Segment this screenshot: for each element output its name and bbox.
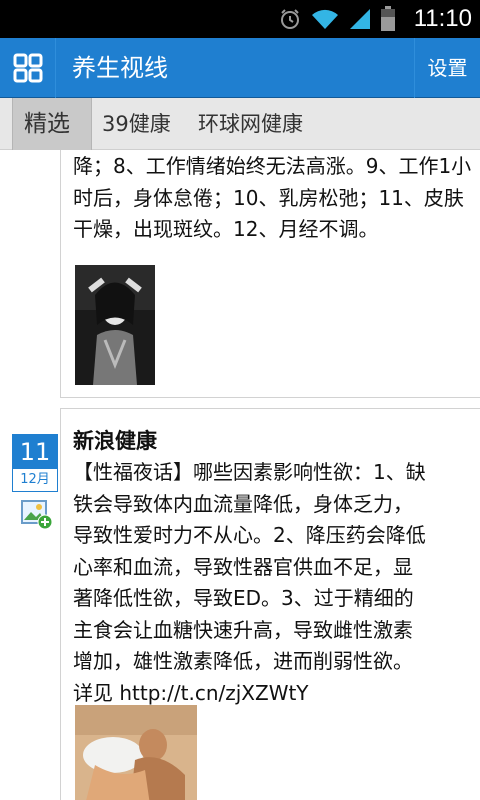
tab-bar: 精选 39健康 环球网健康	[0, 98, 480, 150]
clock: 11:10	[413, 5, 472, 32]
grid-menu-icon	[13, 53, 42, 83]
post-source: 新浪健康	[73, 429, 157, 453]
post-text: 【性福夜话】哪些因素影响性欲：1、缺铁会导致体内血流量降低，身体乏力，导致性爱时…	[73, 460, 426, 705]
grid-menu-button[interactable]	[0, 38, 56, 98]
settings-button[interactable]: 设置	[414, 38, 480, 98]
tab-huanqiu-health[interactable]: 环球网健康	[198, 98, 328, 150]
feed[interactable]: 降；8、工作情绪始终无法高涨。9、工作1小时后，身体怠倦；10、乳房松弛；11、…	[0, 150, 480, 800]
alarm-icon	[280, 9, 299, 29]
add-image-icon[interactable]	[20, 498, 54, 530]
status-icons: 11:10	[278, 0, 472, 38]
feed-card[interactable]: 新浪健康 【性福夜话】哪些因素影响性欲：1、缺铁会导致体内血流量降低，身体乏力，…	[60, 408, 480, 800]
tab-39health[interactable]: 39健康	[102, 98, 182, 150]
post-text: 降；8、工作情绪始终无法高涨。9、工作1小时后，身体怠倦；10、乳房松弛；11、…	[73, 154, 472, 241]
post-image[interactable]	[75, 265, 155, 385]
date-day: 11	[13, 435, 57, 469]
signal-icon	[349, 9, 370, 29]
date-month: 12月	[20, 472, 50, 487]
date-badge: 11 12月	[12, 434, 58, 492]
post-image[interactable]	[75, 705, 197, 800]
wifi-icon	[311, 9, 338, 29]
action-bar: 养生视线 设置	[0, 38, 480, 98]
battery-icon	[380, 6, 395, 31]
feed-card[interactable]: 降；8、工作情绪始终无法高涨。9、工作1小时后，身体怠倦；10、乳房松弛；11、…	[60, 150, 480, 398]
status-bar: 11:10	[0, 0, 480, 38]
app-title: 养生视线	[72, 54, 168, 82]
tab-selected[interactable]: 精选	[12, 98, 92, 150]
